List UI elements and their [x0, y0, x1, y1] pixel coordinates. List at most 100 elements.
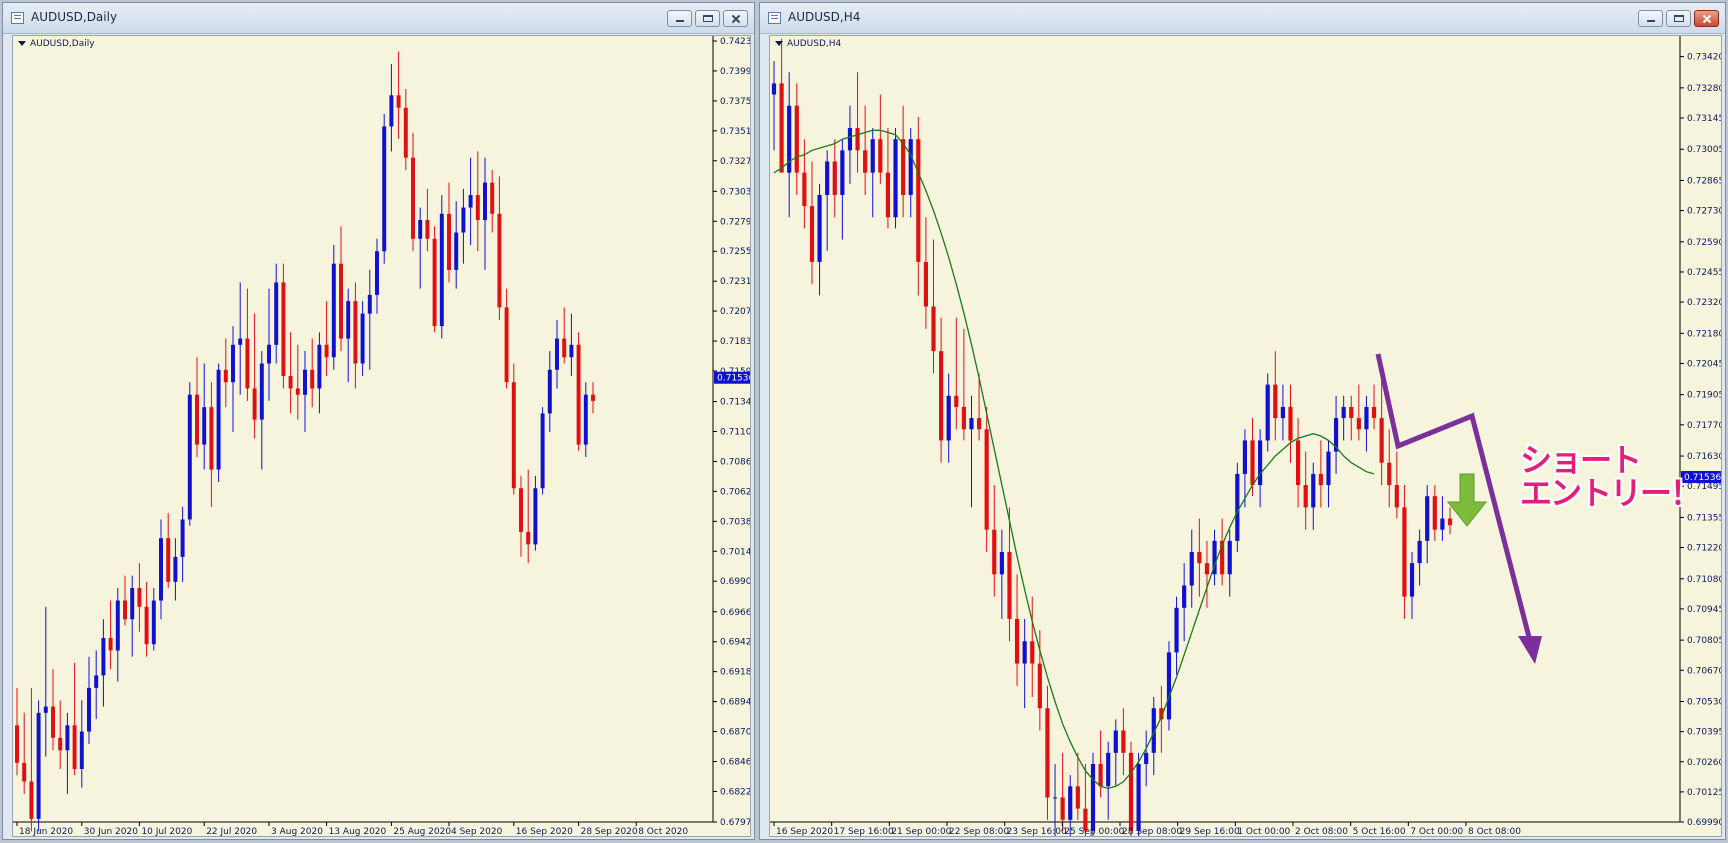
candle-body [79, 731, 84, 769]
price-tick-label: 0.71770 [1687, 421, 1722, 431]
candle-body [1265, 384, 1270, 441]
price-tick-label: 0.70945 [1687, 605, 1722, 615]
annotation-line-1: ショート [1520, 441, 1642, 479]
candle-body [267, 344, 271, 364]
time-tick-label: 13 Aug 2020 [329, 827, 387, 837]
chart-canvas-h4[interactable]: 0.73420 0.73280 0.73145 0.73005 0.72865 0.727… [769, 35, 1722, 837]
candle-body [583, 394, 588, 445]
candle-body [992, 529, 997, 575]
candle-body [1128, 752, 1134, 831]
candle-body [231, 344, 235, 383]
price-tick-label: 0.72455 [1687, 268, 1722, 278]
candle-body [809, 206, 815, 262]
window-titlebar[interactable]: AUDUSD,H4 [760, 3, 1725, 34]
window-controls [1638, 10, 1719, 27]
time-tick-label: 30 Jun 2020 [84, 827, 138, 837]
candle-body [1425, 496, 1430, 541]
price-tick-label: 0.72045 [1687, 359, 1722, 369]
candle-body [562, 338, 567, 358]
candle-body [840, 150, 845, 195]
candle-body [1197, 551, 1202, 564]
candle-body [1349, 406, 1354, 419]
projection-arrow-line [1375, 353, 1533, 642]
candle-body [794, 105, 799, 173]
candle-body [1387, 462, 1392, 486]
candle-body [817, 194, 822, 262]
price-tick-label: 0.70385 [720, 517, 751, 527]
candle-body [29, 781, 34, 819]
candle-body [339, 263, 343, 339]
window-daily[interactable]: AUDUSD,Daily 0.74235 0.73995 0.73755 0.7351… [2, 2, 755, 840]
restore-button[interactable] [1666, 10, 1691, 27]
time-tick-label: 23 Sep 16:00 [1007, 827, 1067, 837]
price-tick-label: 0.67975 [720, 818, 751, 828]
minimize-button[interactable] [1638, 10, 1663, 27]
price-tick-label: 0.72790 [720, 217, 751, 227]
candle-body [65, 725, 70, 751]
candle-body [519, 488, 523, 532]
time-tick-label: 28 Sep 08:00 [1122, 827, 1182, 837]
time-tick-label: 29 Sep 16:00 [1180, 827, 1240, 837]
chart-symbol-label: AUDUSD,H4 [775, 39, 841, 49]
candle-body [908, 139, 913, 195]
candle-body [1303, 485, 1308, 508]
candle-body [288, 375, 293, 389]
candle-body [1030, 641, 1035, 664]
candle-body [187, 394, 192, 520]
entry-down-arrow-icon [1446, 473, 1488, 527]
candle-body [108, 637, 113, 651]
candle-body [1379, 418, 1384, 463]
window-controls [667, 10, 748, 27]
price-tick-label: 0.72865 [1687, 176, 1722, 186]
close-button[interactable] [1694, 10, 1719, 27]
candle-body [418, 220, 423, 239]
time-tick-label: 16 Sep 2020 [516, 827, 573, 837]
candle-body [331, 263, 336, 358]
window-h4[interactable]: AUDUSD,H4 0.73420 0.73280 0.73145 0.73005 0.… [759, 2, 1726, 840]
candle-body [1182, 585, 1187, 608]
time-tick-label: 7 Oct 00:00 [1410, 827, 1463, 837]
candle-body [1364, 406, 1369, 430]
chart-canvas-daily[interactable]: 0.74235 0.73995 0.73755 0.73515 0.73275 0.730… [12, 35, 751, 837]
price-tick-label: 0.71830 [720, 337, 751, 347]
candle-body [1311, 473, 1316, 508]
candle-body [1098, 763, 1103, 787]
candle-body [439, 213, 444, 327]
price-tick-label: 0.71220 [1687, 544, 1722, 554]
candle-body [1052, 797, 1058, 799]
candle-body [533, 488, 538, 545]
candle-body [863, 150, 868, 173]
candle-body [893, 139, 898, 218]
price-tick-label: 0.69420 [720, 638, 751, 648]
candle-body [497, 213, 502, 308]
candle-body [87, 687, 91, 732]
restore-button[interactable] [695, 10, 720, 27]
candle-body [72, 725, 77, 769]
price-tick-label: 0.71355 [1687, 513, 1722, 523]
price-tick-label: 0.70145 [720, 547, 751, 557]
time-tick-label: 22 Sep 08:00 [949, 827, 1009, 837]
time-tick-label: 10 Jul 2020 [141, 827, 192, 837]
close-button[interactable] [723, 10, 748, 27]
time-tick-label: 18 Jun 2020 [19, 827, 73, 837]
candle-body [36, 712, 41, 819]
candle-body [946, 395, 951, 441]
candle-body [475, 195, 480, 221]
price-tick-label: 0.71905 [1687, 391, 1722, 401]
price-tick-label: 0.71080 [1687, 575, 1722, 585]
candle-body [137, 588, 142, 607]
annotation-line-2: エントリー！ [1520, 474, 1702, 512]
candle-body [346, 301, 351, 339]
candle-body [1432, 496, 1437, 530]
price-tick-label: 0.70260 [1687, 758, 1722, 768]
window-titlebar[interactable]: AUDUSD,Daily [3, 3, 754, 34]
candle-body [916, 139, 921, 262]
candle-body [468, 195, 473, 208]
candle-body [173, 556, 178, 582]
price-tick-label: 0.73005 [1687, 145, 1722, 155]
candle-body [51, 706, 55, 738]
price-tick-label: 0.70530 [1687, 698, 1722, 708]
candle-body [825, 161, 830, 195]
candle-body [303, 369, 307, 395]
minimize-button[interactable] [667, 10, 692, 27]
